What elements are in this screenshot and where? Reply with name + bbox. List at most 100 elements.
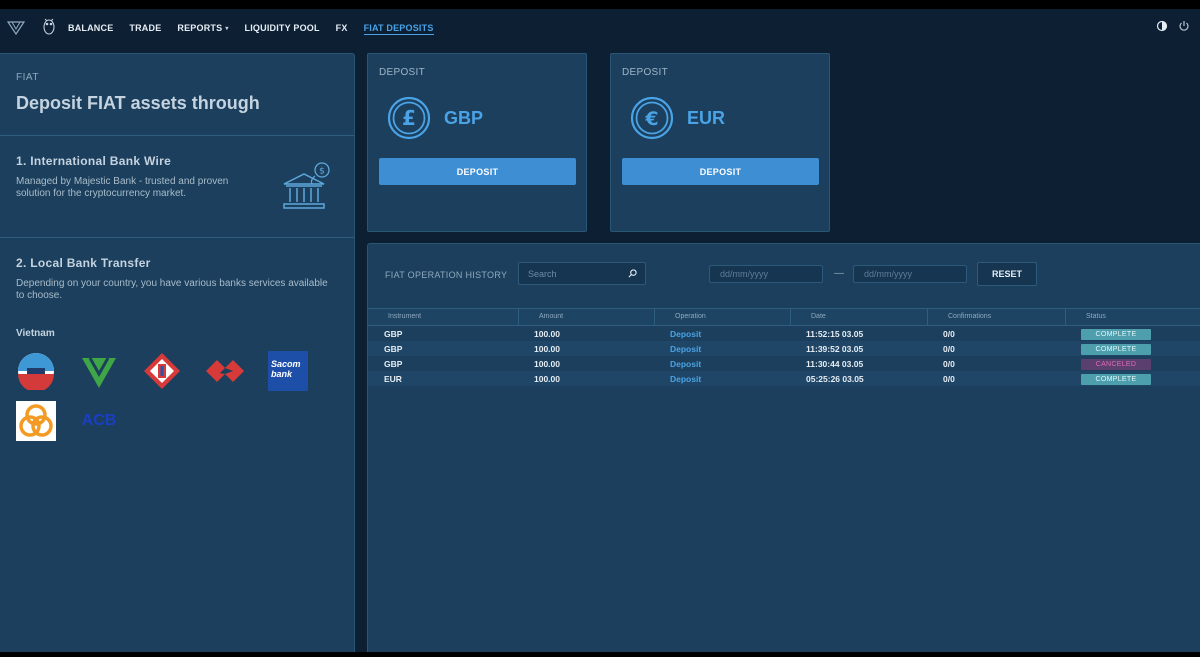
bank-2-logo[interactable] xyxy=(79,351,119,391)
nav-fx[interactable]: FX xyxy=(336,9,348,47)
history-title: FIAT OPERATION HISTORY xyxy=(385,270,508,280)
nav-balance-label: BALANCE xyxy=(68,23,114,33)
cell-status: COMPLETE xyxy=(1065,343,1200,355)
date-to-input[interactable] xyxy=(853,265,967,283)
cell-date: 11:30:44 03.05 xyxy=(806,358,864,369)
nav-trade[interactable]: TRADE xyxy=(129,9,161,47)
owl-icon xyxy=(43,18,55,35)
acb-text: ACB xyxy=(81,412,117,429)
cell-status: CANCELED xyxy=(1065,358,1200,370)
logo-icon[interactable] xyxy=(6,18,26,38)
cell-confirmations: 0/0 xyxy=(943,328,955,339)
cell-operation: Deposit xyxy=(670,343,702,354)
nav-reports[interactable]: REPORTS ▾ xyxy=(177,9,228,47)
cell-status: COMPLETE xyxy=(1065,373,1200,385)
theme-toggle-icon[interactable] xyxy=(1156,20,1168,32)
pound-coin-icon: £ xyxy=(387,96,431,140)
eur-deposit-button[interactable]: DEPOSIT xyxy=(622,158,819,185)
reset-button[interactable]: RESET xyxy=(977,262,1037,286)
cell-amount: 100.00 xyxy=(534,343,560,354)
col-status[interactable]: Status xyxy=(1065,308,1200,326)
col-amount[interactable]: Amount xyxy=(518,308,654,326)
nav-fx-label: FX xyxy=(335,23,348,33)
eur-deposit-card: DEPOSIT € EUR DEPOSIT xyxy=(610,53,830,232)
fiat-info-header: FIAT Deposit FIAT assets through xyxy=(0,54,354,136)
pound-symbol: £ xyxy=(402,106,416,130)
cell-date: 11:52:15 03.05 xyxy=(806,328,864,339)
cell-confirmations: 0/0 xyxy=(943,343,955,354)
bank-3-logo[interactable] xyxy=(142,351,182,391)
cell-operation: Deposit xyxy=(670,328,702,339)
col-confirmations[interactable]: Confirmations xyxy=(927,308,1065,326)
nav-trade-label: TRADE xyxy=(129,23,162,33)
search-icon[interactable] xyxy=(628,269,637,278)
sacombank-logo[interactable]: Sacom bank xyxy=(268,351,308,391)
cell-status: COMPLETE xyxy=(1065,328,1200,340)
date-range-dash: — xyxy=(834,268,844,279)
table-row[interactable]: GBP 100.00 Deposit 11:52:15 03.05 0/0 CO… xyxy=(368,326,1200,341)
cell-amount: 100.00 xyxy=(534,328,560,339)
nav-actions xyxy=(1156,20,1190,32)
table-row[interactable]: GBP 100.00 Deposit 11:30:44 03.05 0/0 CA… xyxy=(368,356,1200,371)
cell-instrument: GBP xyxy=(384,343,403,354)
nav-fiat-deposits-label: FIAT DEPOSITS xyxy=(363,23,434,33)
eur-currency-code: EUR xyxy=(687,108,726,128)
cell-date: 05:25:26 03.05 xyxy=(806,373,864,384)
bank-1-logo[interactable] xyxy=(16,351,56,391)
col-date[interactable]: Date xyxy=(790,308,927,326)
nav-liquidity-pool-label: LIQUIDITY POOL xyxy=(244,23,320,33)
bank-6-logo[interactable] xyxy=(16,401,56,441)
nav-liquidity-pool[interactable]: LIQUIDITY POOL xyxy=(245,9,320,47)
date-from-input[interactable] xyxy=(709,265,823,283)
acb-logo[interactable]: ACB xyxy=(79,401,119,441)
col-instrument[interactable]: Instrument xyxy=(368,308,518,326)
cell-instrument: EUR xyxy=(384,373,402,384)
international-wire-section: 1. International Bank Wire Managed by Ma… xyxy=(0,136,354,238)
table-row[interactable]: EUR 100.00 Deposit 05:25:26 03.05 0/0 CO… xyxy=(368,371,1200,386)
status-badge: COMPLETE xyxy=(1081,343,1151,355)
main-nav: BALANCE TRADE REPORTS ▾ LIQUIDITY POOL FX… xyxy=(68,9,450,47)
navbar: BALANCE TRADE REPORTS ▾ LIQUIDITY POOL FX… xyxy=(0,9,1200,47)
gbp-currency-code: GBP xyxy=(444,108,484,128)
table-row[interactable]: GBP 100.00 Deposit 11:39:52 03.05 0/0 CO… xyxy=(368,341,1200,356)
chevron-down-icon: ▾ xyxy=(225,25,229,32)
nav-reports-label: REPORTS xyxy=(177,23,223,33)
international-wire-desc: Managed by Majestic Bank - trusted and p… xyxy=(16,176,229,199)
local-transfer-section: 2. Local Bank Transfer Depending on your… xyxy=(0,238,354,441)
bank-logo-list: Sacom bank ACB xyxy=(16,351,336,441)
cell-operation: Deposit xyxy=(670,373,702,384)
gbp-deposit-button[interactable]: DEPOSIT xyxy=(379,158,576,185)
nav-fiat-deposits[interactable]: FIAT DEPOSITS xyxy=(363,9,434,47)
fiat-kicker: FIAT xyxy=(16,72,39,83)
status-badge: CANCELED xyxy=(1081,358,1151,370)
cell-instrument: GBP xyxy=(384,358,403,369)
gbp-card-kicker: DEPOSIT xyxy=(379,67,425,78)
cell-confirmations: 0/0 xyxy=(943,358,955,369)
cell-instrument: GBP xyxy=(384,328,403,339)
table-body: GBP 100.00 Deposit 11:52:15 03.05 0/0 CO… xyxy=(368,326,1200,386)
status-badge: COMPLETE xyxy=(1081,373,1151,385)
power-icon[interactable] xyxy=(1178,20,1190,32)
table-header: Instrument Amount Operation Date Confirm… xyxy=(368,308,1200,326)
svg-text:$: $ xyxy=(319,167,325,177)
cell-date: 11:39:52 03.05 xyxy=(806,343,864,354)
status-badge: COMPLETE xyxy=(1081,328,1151,340)
eur-card-kicker: DEPOSIT xyxy=(622,67,668,78)
sacombank-text: Sacom bank xyxy=(268,351,308,391)
cell-amount: 100.00 xyxy=(534,358,560,369)
col-operation[interactable]: Operation xyxy=(654,308,790,326)
nav-balance[interactable]: BALANCE xyxy=(68,9,113,47)
local-transfer-title: 2. Local Bank Transfer xyxy=(16,256,151,270)
euro-coin-icon: € xyxy=(630,96,674,140)
bank-building-icon: $ xyxy=(283,162,330,209)
gbp-deposit-card: DEPOSIT £ GBP DEPOSIT xyxy=(367,53,587,232)
cell-confirmations: 0/0 xyxy=(943,373,955,384)
country-label: Vietnam xyxy=(16,328,55,339)
search-input[interactable] xyxy=(518,262,646,285)
page-title: Deposit FIAT assets through xyxy=(16,93,260,113)
history-table: Instrument Amount Operation Date Confirm… xyxy=(368,308,1200,386)
local-transfer-desc: Depending on your country, you have vari… xyxy=(16,278,328,301)
bank-4-logo[interactable] xyxy=(205,351,245,391)
fiat-info-panel: FIAT Deposit FIAT assets through 1. Inte… xyxy=(0,53,355,657)
cell-operation: Deposit xyxy=(670,358,702,369)
